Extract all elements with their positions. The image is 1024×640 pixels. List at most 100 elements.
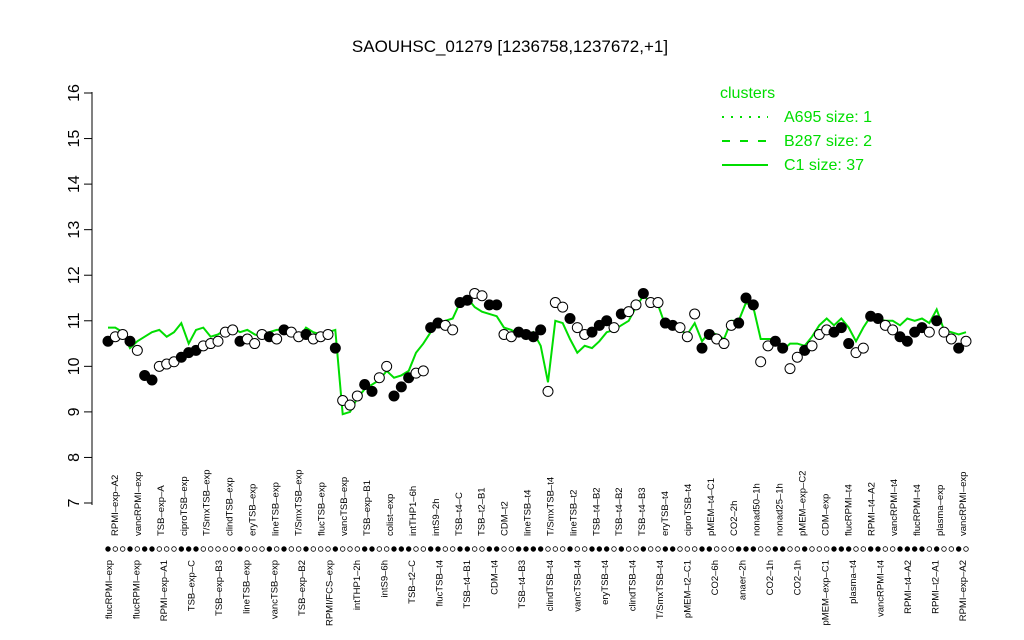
x-tick-label-bottom: CO2–6h [710,560,721,595]
x-tick-label-bottom: flucRPMI–exp [132,560,143,619]
rug-mark [618,546,625,552]
rug-mark [882,546,889,552]
rug-mark [567,546,573,552]
y-tick-label: 7 [66,498,83,507]
legend-label: C1 size: 37 [784,157,864,174]
rug-mark [581,546,588,552]
data-point-filled [931,315,943,327]
rug-mark [860,546,867,552]
rug-mark [926,546,933,552]
data-point-open [271,333,283,345]
x-tick-label-bottom: pMEM–exp–C1 [820,560,831,625]
rug-mark [948,546,955,552]
rug-mark [589,546,595,552]
x-tick-label-bottom: TSB–t4–B3 [517,560,528,609]
x-tick-label-top: TSB–exp–A [156,485,167,536]
x-tick-label-bottom: intS9–6h [379,560,390,598]
data-point-filled [637,287,649,299]
data-point-open [212,335,224,347]
rug-mark [427,546,434,552]
rug-mark [493,546,500,552]
rug-mark [941,546,947,552]
rug-mark [809,546,815,552]
x-tick-label-top: colist–exp [385,494,396,536]
rug-mark [875,546,881,552]
x-tick-label-top: pMEM–exp–C2 [798,471,809,536]
data-point-open [652,297,664,309]
data-points [102,287,972,411]
x-tick-label-bottom: pMEM–t2–C1 [683,560,694,618]
rug-mark [728,546,735,552]
x-tick-label-top: nonad50–1h [752,483,763,536]
data-point-open [557,301,569,313]
x-tick-label-top: vancTSB–exp [339,477,350,536]
rug-mark [603,546,610,552]
x-tick-label-top: TSB–t4–B3 [637,487,648,536]
x-labels-top: RPMI–exp–A2 vancRPMI–exp TSB–exp–A ciproTSB… [110,469,969,536]
legend-label: B287 size: 2 [784,133,872,150]
y-tick-label: 16 [66,84,83,102]
x-tick-label-bottom: intTHP1–2h [352,560,363,610]
rug-mark [625,546,632,552]
y-tick-label: 8 [66,453,83,462]
data-point-open [227,324,239,336]
data-point-open [806,340,818,352]
x-tick-label-top: TSB–t4–C [454,492,465,536]
x-tick-label-top: TSB–t2–B1 [477,487,488,536]
data-point-filled [843,338,855,350]
x-tick-label-top: flucRPMI–t4 [843,484,854,536]
rug-mark [545,546,551,552]
legend-label: A695 size: 1 [784,109,872,126]
rug-mark [127,546,133,552]
data-point-filled [733,317,745,329]
data-point-open [344,399,356,411]
y-tick-label: 11 [66,312,83,329]
rug-mark [413,546,419,552]
data-point-open [755,356,767,368]
rug-mark [706,546,713,552]
data-point-open [630,299,642,311]
rug-mark [772,546,779,552]
x-tick-label-bottom: eryTSB–t4 [600,560,611,605]
rug-mark [867,546,874,552]
rug-mark [823,546,830,552]
rug-mark [222,546,229,552]
y-tick-label: 14 [66,175,83,193]
rug-mark [735,546,742,552]
data-point-filled [146,374,158,386]
x-tick-label-top: lineTSB–t2 [568,490,579,536]
x-tick-label-top: lineTSB–exp [270,482,281,536]
y-tick-label: 13 [66,221,83,239]
x-tick-label-bottom: clindTSB–t4 [545,560,556,611]
rug-mark [105,546,111,552]
x-tick-label-bottom: vancTSB–t4 [572,560,583,612]
rug-mark [845,546,852,552]
data-point-filled [696,342,708,354]
x-tick-label-top: T/SmxTSB–exp [293,469,304,536]
data-point-filled [777,342,789,354]
data-point-open [381,360,393,372]
rug-mark [339,546,346,552]
rug-mark [655,546,661,552]
rug-mark [354,546,361,552]
x-tick-label-top: T/SmxTSB–t4 [545,477,556,536]
rug-mark [244,546,251,552]
x-tick-label-top: clindTSB–exp [225,477,236,536]
rug-mark [281,546,287,552]
x-tick-label-bottom: TSB–t2–C [407,560,418,604]
rug-mark [757,546,764,552]
data-point-filled [747,299,759,311]
data-point-filled [901,335,913,347]
rug-mark [376,546,383,552]
legend-title: clusters [720,85,775,102]
x-tick-label-bottom: TSB–t4–B1 [462,560,473,609]
rug-mark [471,546,478,552]
x-tick-label-top: lineTSB–t4 [523,490,534,536]
data-point-open [351,390,363,402]
data-point-filled [329,342,341,354]
x-tick-label-top: nonad25–1h [775,483,786,536]
rug-mark [897,546,903,552]
x-tick-label-bottom: RPMI–t4–A2 [903,560,914,614]
legend: clusters A695 size: 1 B287 size: 2 C1 size… [720,85,872,174]
rug-mark [523,546,529,552]
